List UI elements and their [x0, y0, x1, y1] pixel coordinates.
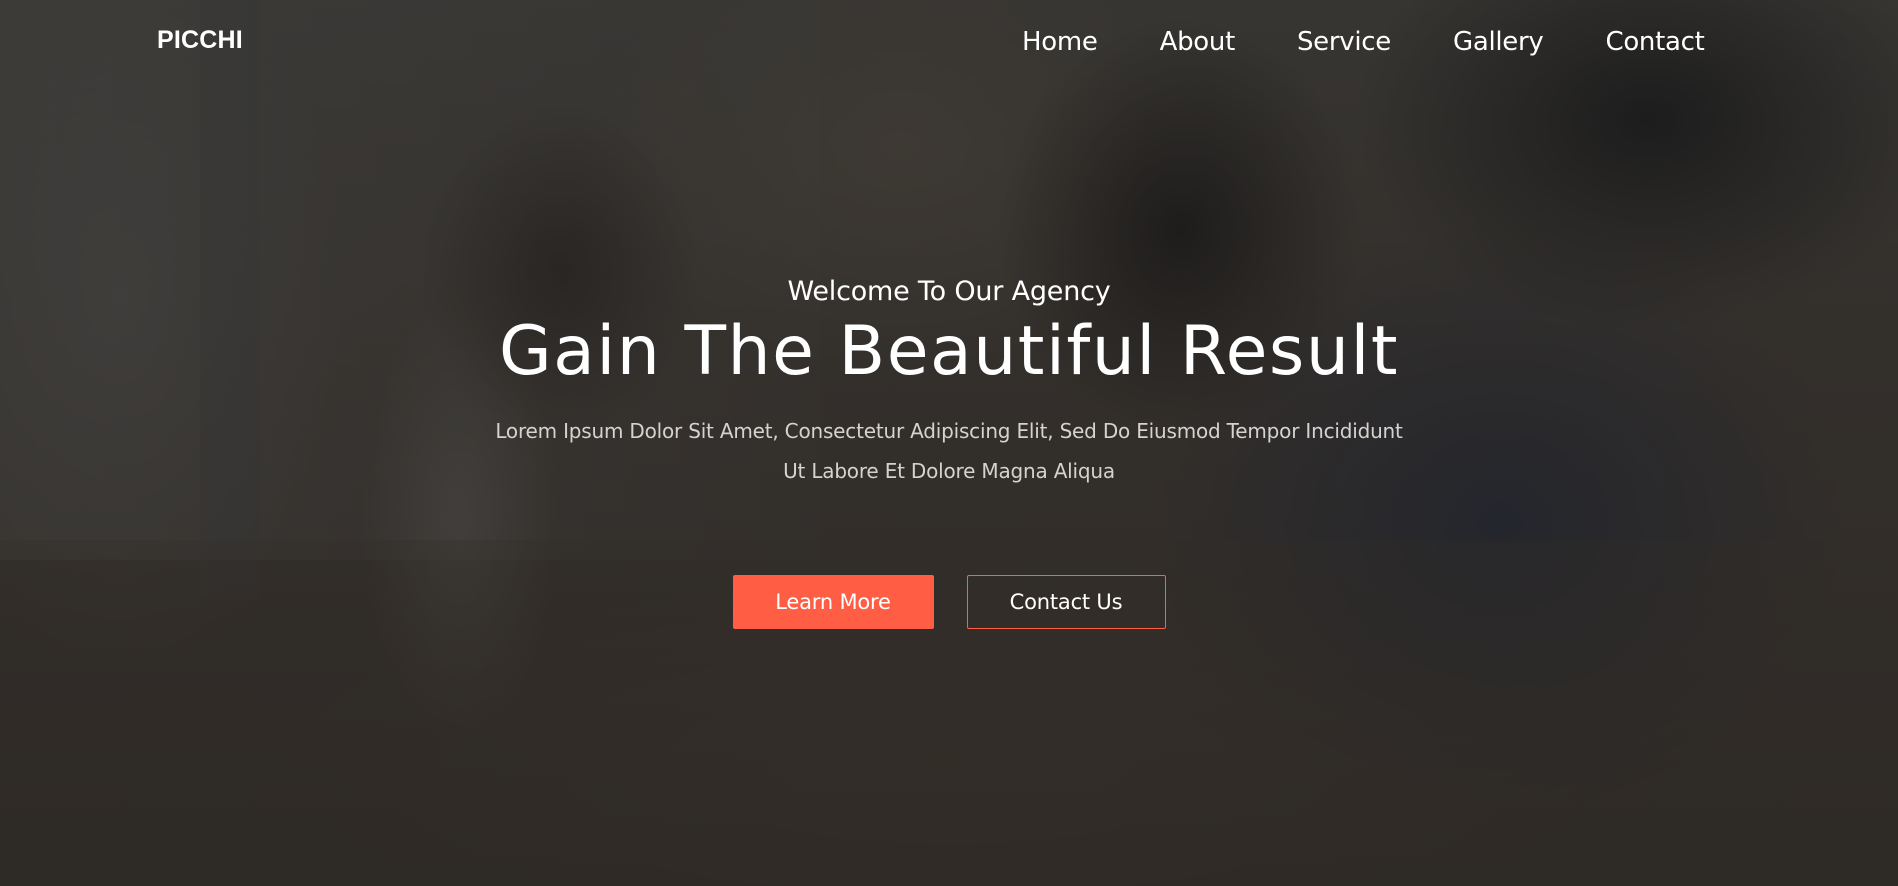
- nav-item-gallery[interactable]: Gallery: [1453, 27, 1544, 57]
- hero-description-line-1: Lorem Ipsum Dolor Sit Amet, Consectetur …: [495, 419, 1403, 443]
- nav-item-home[interactable]: Home: [1022, 27, 1098, 57]
- hero-description: Lorem Ipsum Dolor Sit Amet, Consectetur …: [459, 411, 1439, 491]
- main-menu: Home About Service Gallery Contact: [1022, 27, 1705, 57]
- nav-item-contact[interactable]: Contact: [1605, 27, 1704, 57]
- hero-description-line-2: Ut Labore Et Dolore Magna Aliqua: [783, 459, 1115, 483]
- hero-headline: Gain The Beautiful Result: [498, 312, 1400, 391]
- hero-content: Welcome To Our Agency Gain The Beautiful…: [0, 276, 1898, 629]
- brand-logo[interactable]: PICCHI: [157, 26, 243, 55]
- hero-section: PICCHI Home About Service Gallery Contac…: [0, 0, 1898, 886]
- hero-eyebrow: Welcome To Our Agency: [787, 276, 1111, 307]
- nav-item-service[interactable]: Service: [1297, 27, 1391, 57]
- top-navigation: PICCHI Home About Service Gallery Contac…: [0, 0, 1898, 90]
- learn-more-button[interactable]: Learn More: [732, 575, 934, 629]
- nav-item-about[interactable]: About: [1160, 27, 1236, 57]
- hero-actions: Learn More Contact Us: [0, 575, 1898, 629]
- contact-us-button[interactable]: Contact Us: [966, 575, 1166, 629]
